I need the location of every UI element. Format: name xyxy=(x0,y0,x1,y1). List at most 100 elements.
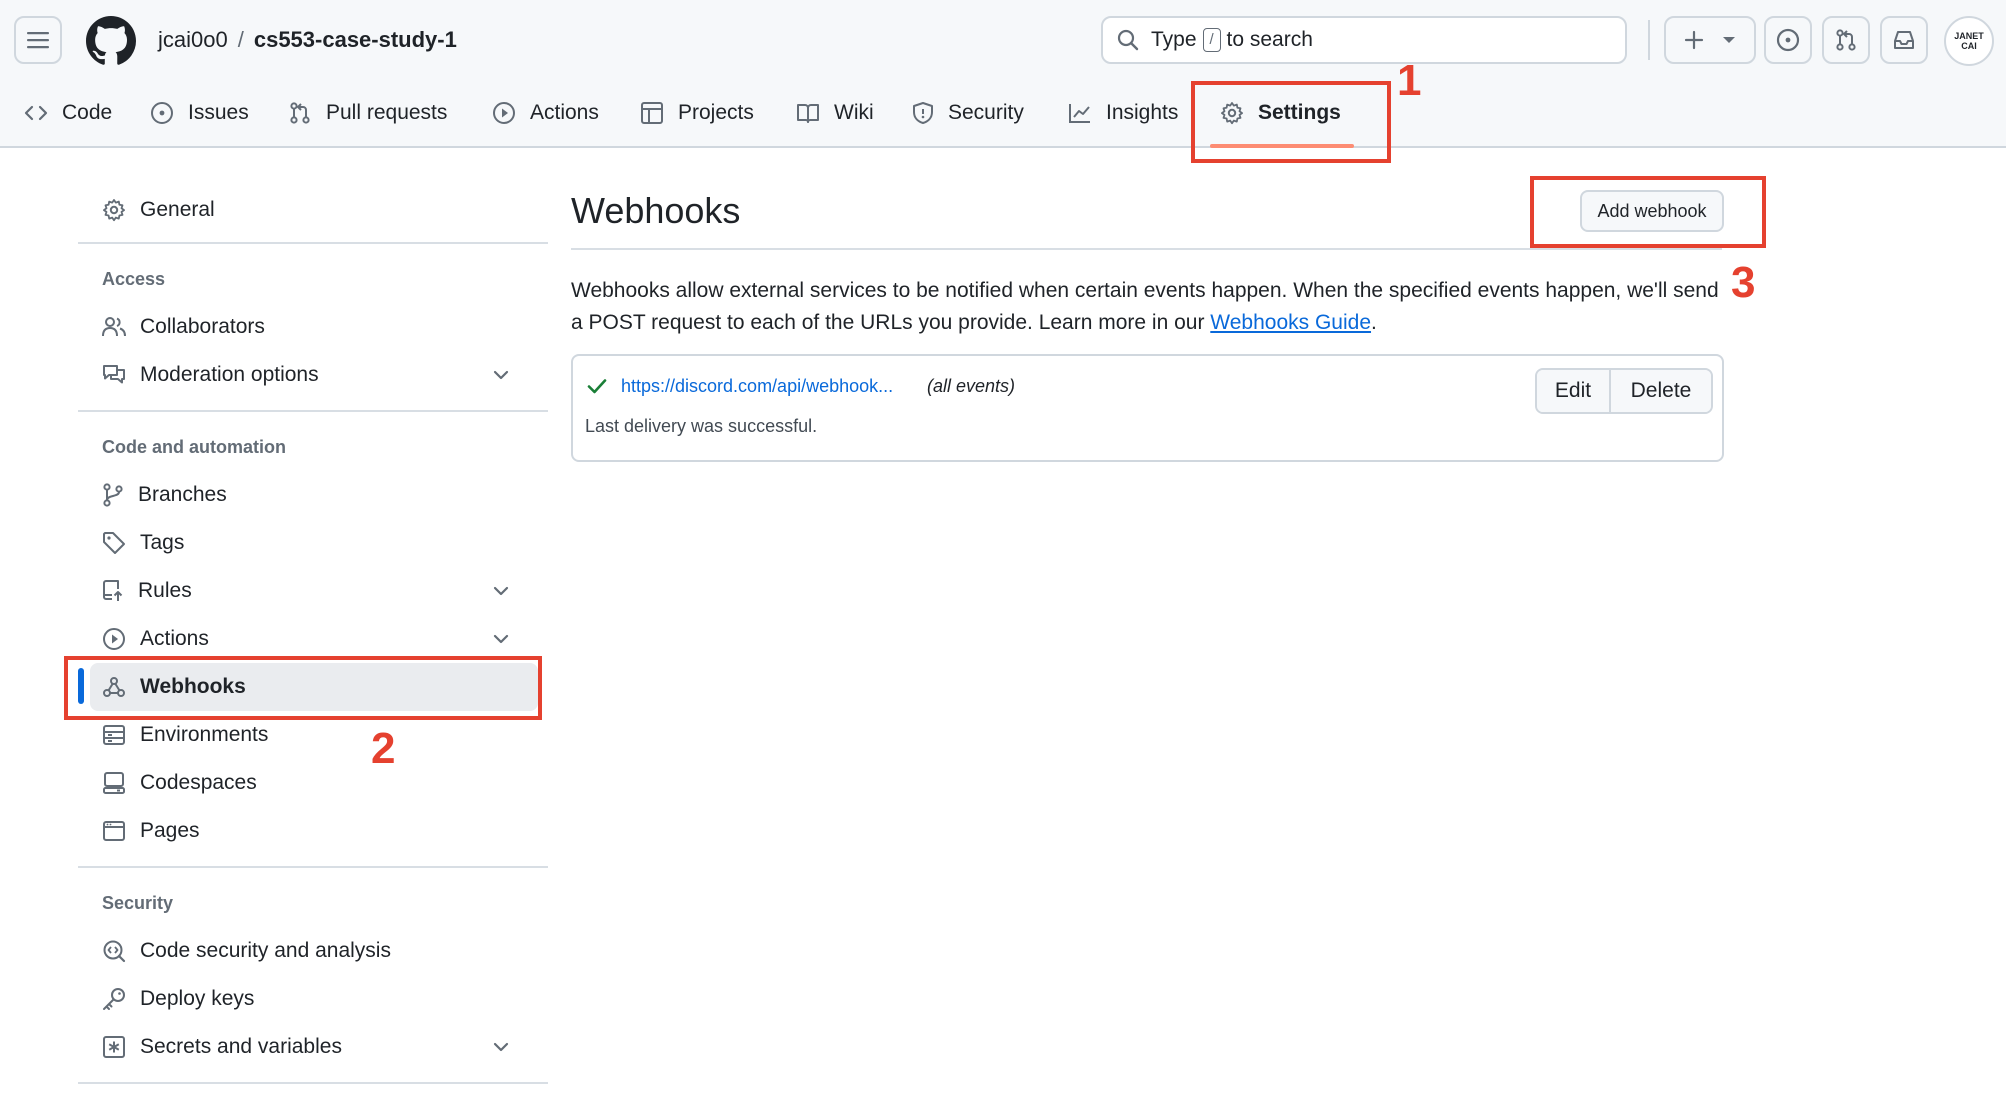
sidebar-item-label: Rules xyxy=(138,579,192,602)
sidebar-item-deploy-keys[interactable]: Deploy keys xyxy=(78,975,548,1023)
shield-icon xyxy=(913,102,933,124)
graph-icon xyxy=(1069,104,1090,123)
sidebar-item-label: Environments xyxy=(140,723,269,746)
search-shortcut-key: / xyxy=(1202,28,1221,52)
repo-owner-link[interactable]: jcai0o0 xyxy=(158,27,228,52)
tab-label: Wiki xyxy=(834,101,874,124)
search-placeholder-suffix: to search xyxy=(1226,28,1313,51)
github-logo-icon[interactable] xyxy=(86,16,136,66)
issues-button[interactable] xyxy=(1764,16,1812,64)
hamburger-icon xyxy=(27,32,49,49)
codescan-icon xyxy=(103,940,126,963)
tab-wiki[interactable]: Wiki xyxy=(796,88,874,138)
sidebar-item-collaborators[interactable]: Collaborators xyxy=(78,303,548,351)
tab-security[interactable]: Security xyxy=(912,88,1024,138)
key-icon xyxy=(103,988,125,1010)
create-new-button[interactable] xyxy=(1664,16,1756,64)
tab-pull-requests[interactable]: Pull requests xyxy=(288,88,447,138)
chevron-down-icon xyxy=(493,634,509,644)
edit-button[interactable]: Edit xyxy=(1537,370,1611,412)
sidebar-item-moderation-options[interactable]: Moderation options xyxy=(78,351,548,399)
avatar[interactable]: JANET CAI xyxy=(1944,16,1994,66)
sidebar-heading-access: Access xyxy=(102,269,166,289)
sidebar-divider xyxy=(78,866,548,868)
sidebar-divider xyxy=(78,1082,548,1084)
chevron-down-icon xyxy=(493,586,509,596)
pull-requests-button[interactable] xyxy=(1822,16,1870,64)
sidebar-item-label: Deploy keys xyxy=(140,987,255,1010)
branch-icon xyxy=(103,483,123,507)
sidebar-item-code-security[interactable]: Code security and analysis xyxy=(78,927,548,975)
delete-button[interactable]: Delete xyxy=(1611,370,1711,412)
sidebar-item-codespaces[interactable]: Codespaces xyxy=(78,759,548,807)
asterisk-icon xyxy=(103,1036,125,1058)
codespaces-icon xyxy=(103,772,125,794)
sidebar-divider xyxy=(78,242,548,244)
webhook-actions: Edit Delete xyxy=(1535,368,1713,414)
tab-label: Issues xyxy=(188,101,249,124)
pull-request-icon xyxy=(290,102,310,124)
browser-icon xyxy=(103,821,125,841)
issue-icon xyxy=(1776,28,1800,52)
repo-name-link[interactable]: cs553-case-study-1 xyxy=(254,27,457,52)
sidebar-item-rules[interactable]: Rules xyxy=(78,567,548,615)
chevron-down-icon xyxy=(493,370,509,380)
book-icon xyxy=(797,104,819,123)
inbox-icon xyxy=(1894,31,1914,49)
annotation-number-1: 1 xyxy=(1397,56,1422,105)
sidebar-item-label: Moderation options xyxy=(140,363,319,386)
tab-label: Code xyxy=(62,101,113,124)
menu-button[interactable] xyxy=(14,16,62,64)
play-icon xyxy=(103,628,125,650)
sidebar-item-tags[interactable]: Tags xyxy=(78,519,548,567)
tab-code[interactable]: Code xyxy=(24,88,112,138)
search-icon xyxy=(1117,29,1139,51)
issue-icon xyxy=(151,102,173,124)
sidebar-item-secrets-variables[interactable]: Secrets and variables xyxy=(78,1023,548,1071)
plus-icon xyxy=(1684,30,1704,50)
sidebar-item-label: Pages xyxy=(140,819,200,842)
sidebar-heading-security: Security xyxy=(102,893,174,913)
tab-label: Pull requests xyxy=(326,101,448,124)
sidebar-item-label: Codespaces xyxy=(140,771,257,794)
sidebar-item-general[interactable]: General xyxy=(78,186,548,234)
sidebar-item-label: Secrets and variables xyxy=(140,1035,342,1058)
tab-projects[interactable]: Projects xyxy=(640,88,754,138)
search-input[interactable]: Type / to search xyxy=(1101,16,1627,64)
check-icon xyxy=(587,379,607,394)
sidebar-item-label: Tags xyxy=(140,531,185,554)
sidebar-item-pages[interactable]: Pages xyxy=(78,807,548,855)
webhook-delivery-status: Last delivery was successful. xyxy=(585,416,818,436)
tab-insights[interactable]: Insights xyxy=(1068,88,1178,138)
sidebar-item-label: General xyxy=(140,198,215,221)
code-icon xyxy=(24,105,48,121)
description-end: . xyxy=(1371,311,1377,334)
description-text: Webhooks allow external services to be n… xyxy=(571,279,1719,334)
inbox-button[interactable] xyxy=(1880,16,1928,64)
page-title: Webhooks xyxy=(571,190,741,231)
sidebar-item-label: Collaborators xyxy=(140,315,265,338)
people-icon xyxy=(102,317,126,337)
webhook-events: (all events) xyxy=(927,376,1016,396)
webhook-url-link[interactable]: https://discord.com/api/webhook... xyxy=(621,376,893,397)
sidebar-divider xyxy=(78,410,548,412)
table-icon xyxy=(641,102,663,124)
sidebar-item-label: Code security and analysis xyxy=(140,939,391,962)
chevron-down-icon xyxy=(493,1042,509,1052)
annotation-box-add-webhook xyxy=(1530,176,1766,248)
repo-header: jcai0o0 / cs553-case-study-1 Type / to sea… xyxy=(0,0,2006,148)
sidebar-item-branches[interactable]: Branches xyxy=(78,471,548,519)
tab-label: Insights xyxy=(1106,101,1179,124)
server-icon xyxy=(103,725,125,745)
gear-icon xyxy=(103,199,125,222)
repo-push-icon xyxy=(103,580,123,601)
avatar-text: JANET CAI xyxy=(1954,31,1984,51)
tab-actions[interactable]: Actions xyxy=(492,88,599,138)
webhooks-guide-link[interactable]: Webhooks Guide xyxy=(1210,311,1371,334)
annotation-number-2: 2 xyxy=(371,724,396,773)
search-placeholder-prefix: Type xyxy=(1151,28,1197,51)
tab-issues[interactable]: Issues xyxy=(150,88,249,138)
caret-down-icon xyxy=(1723,37,1735,43)
breadcrumb-separator: / xyxy=(237,27,244,52)
tab-label: Projects xyxy=(678,101,754,124)
